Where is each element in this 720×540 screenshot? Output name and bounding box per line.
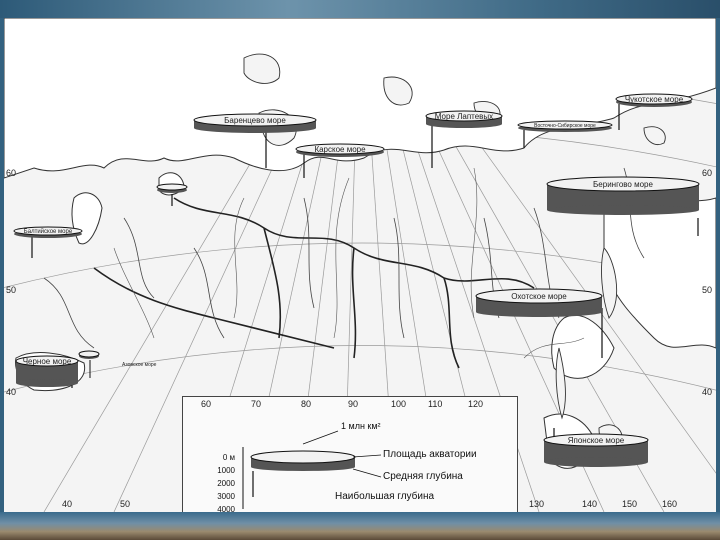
border-line-5 — [93, 267, 335, 349]
sea-disk-chukchi: Чукотское море — [615, 93, 693, 130]
lat-label-right-40: 40 — [702, 387, 713, 397]
area-leader — [352, 454, 382, 458]
scale-leader — [302, 430, 339, 445]
slide-frame-bottom — [0, 512, 720, 540]
wrangel-island — [643, 126, 666, 145]
lat-label-right-60: 60 — [702, 168, 713, 178]
legend-area-scale: 1 млн км² — [341, 421, 381, 431]
sea-label-chukchi: Чукотское море — [625, 95, 684, 104]
sea-label-japan: Японское море — [568, 436, 625, 445]
sea-disk-black: Черное море — [15, 355, 79, 388]
borders-thick — [93, 197, 535, 369]
sea-disk-kara: Карское море — [295, 143, 385, 178]
river-yenisei — [333, 177, 350, 339]
sea-label-barents: Баренцево море — [224, 116, 286, 125]
lat-label-left-50: 50 — [6, 285, 17, 295]
sea-label-laptev: Море Лаптевых — [435, 112, 493, 121]
sea-disk-azov: Азовское море — [78, 350, 157, 378]
depth-tick-3000: 3000 — [217, 492, 235, 501]
sea-label-black: Черное море — [23, 357, 72, 366]
avg-depth-leader — [352, 468, 382, 478]
border-thin-3 — [303, 197, 315, 309]
depth-tick-1000: 1000 — [217, 466, 235, 475]
lat-label-left-40: 40 — [6, 387, 17, 397]
sea-label-bering: Берингово море — [593, 180, 653, 189]
lon-label-150: 150 — [622, 499, 638, 509]
sea-label-okhotsk: Охотское море — [511, 292, 567, 301]
sea-label-kara: Карское море — [314, 145, 366, 154]
border-thin-2 — [193, 247, 225, 339]
pacific-north — [603, 194, 716, 349]
depth-tick-4000: 4000 — [217, 505, 235, 512]
lon-label-160: 160 — [662, 499, 678, 509]
river-volga — [113, 247, 155, 339]
legend-disk-top — [250, 450, 356, 464]
legend-box: 60 70 80 90 100 110 120 1 млн км² 0 м 10… — [182, 396, 518, 512]
border-thin-7 — [43, 277, 95, 349]
sea-label-baltic: Балтийское море — [24, 228, 73, 235]
lat-label-left-60: 60 — [6, 168, 17, 178]
border-thin-4 — [393, 217, 405, 339]
border-line-2 — [263, 227, 282, 339]
lon-label-140: 140 — [582, 499, 598, 509]
slide-frame-right — [716, 18, 720, 512]
legend-area-label: Площадь акватории — [383, 449, 477, 460]
lon-label-40: 40 — [62, 499, 73, 509]
depth-tick-2000: 2000 — [217, 479, 235, 488]
legend-avg-depth-label: Средняя глубина — [383, 471, 463, 482]
sea-label-azov: Азовское море — [122, 362, 157, 368]
border-thin-1 — [123, 217, 155, 299]
lat-label-right-50: 50 — [702, 285, 713, 295]
slide-frame-top — [0, 0, 720, 18]
map-panel: Баренцево море Карское море Море Лаптевы… — [4, 18, 716, 512]
sea-disk-baltic: Балтийское море — [13, 226, 83, 258]
border-line-3 — [351, 247, 357, 359]
lon-label-50: 50 — [120, 499, 131, 509]
sea-label-east-siberian: Восточно-Сибирское море — [534, 123, 596, 129]
rivers — [113, 167, 585, 359]
lon-label-130: 130 — [529, 499, 545, 509]
depth-tick-0: 0 м — [222, 453, 235, 462]
legend-max-depth-label: Наибольшая глубина — [335, 491, 435, 502]
